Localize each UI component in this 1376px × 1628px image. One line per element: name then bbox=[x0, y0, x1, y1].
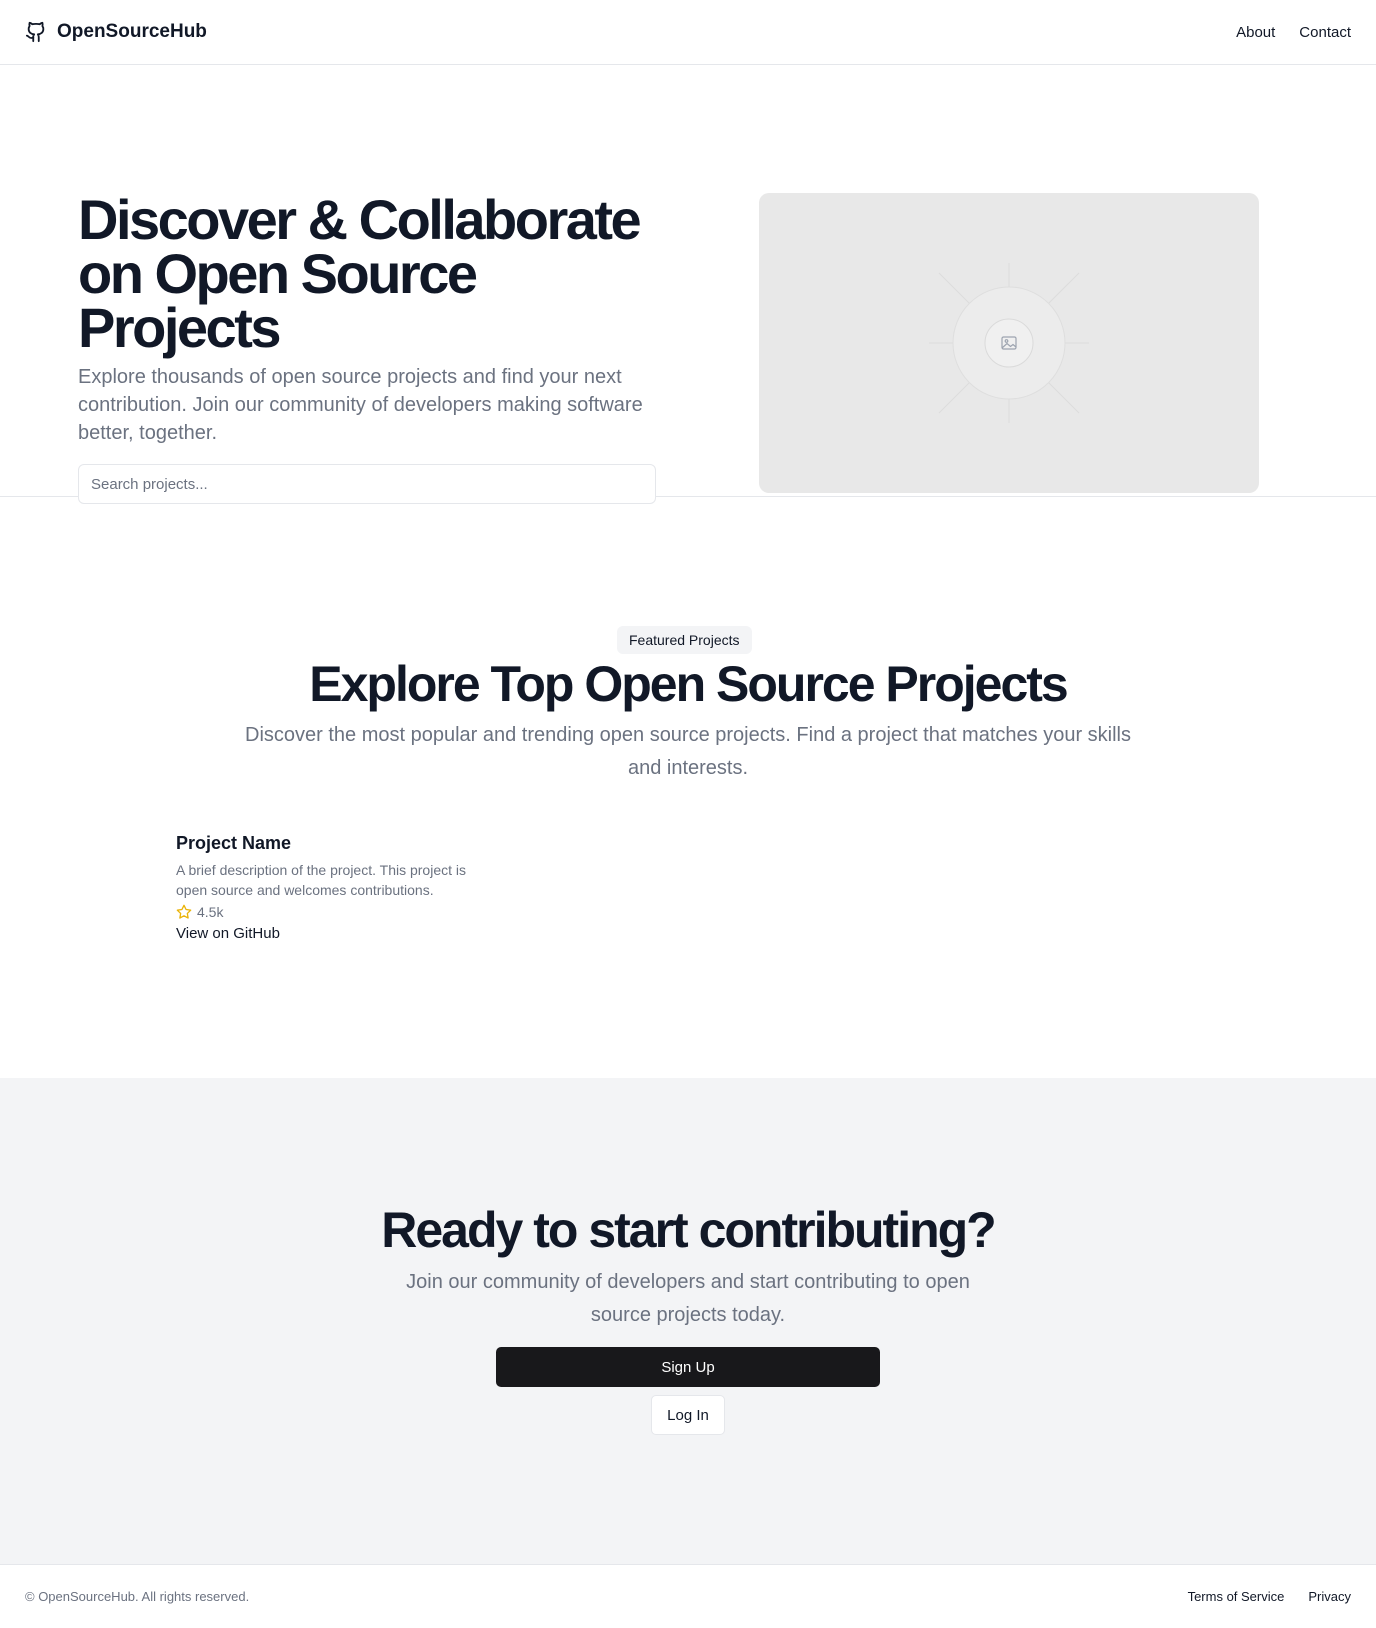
project-card: Project Name A brief description of the … bbox=[176, 831, 486, 942]
footer-links: Terms of Service Privacy bbox=[1188, 1589, 1351, 1604]
hero-section: Discover & Collaborate on Open Source Pr… bbox=[0, 65, 1376, 504]
featured-title: Explore Top Open Source Projects bbox=[309, 656, 1068, 712]
project-description: A brief description of the project. This… bbox=[176, 862, 466, 898]
privacy-link[interactable]: Privacy bbox=[1308, 1589, 1351, 1604]
github-icon bbox=[25, 20, 47, 44]
featured-subtitle: Discover the most popular and trending o… bbox=[245, 724, 1131, 779]
brand-logo-link[interactable]: OpenSourceHub bbox=[25, 20, 207, 44]
hero-subtitle: Explore thousands of open source project… bbox=[78, 366, 643, 444]
site-footer: © OpenSourceHub. All rights reserved. Te… bbox=[0, 1565, 1376, 1627]
hero-content: Discover & Collaborate on Open Source Pr… bbox=[78, 188, 658, 504]
project-stars: 4.5k bbox=[176, 904, 486, 920]
nav-link-contact[interactable]: Contact bbox=[1299, 24, 1351, 41]
log-in-button[interactable]: Log In bbox=[651, 1395, 725, 1435]
hero-image-placeholder bbox=[759, 193, 1259, 493]
star-count: 4.5k bbox=[197, 904, 224, 920]
site-header: OpenSourceHub About Contact bbox=[0, 0, 1376, 65]
nav-link-about[interactable]: About bbox=[1236, 24, 1275, 41]
featured-projects-section: Featured Projects Explore Top Open Sourc… bbox=[0, 497, 1376, 1078]
star-icon bbox=[176, 904, 192, 920]
sign-up-button[interactable]: Sign Up bbox=[496, 1347, 880, 1387]
image-placeholder-icon bbox=[929, 263, 1089, 423]
main-nav: About Contact bbox=[1236, 24, 1351, 41]
cta-section: Ready to start contributing? Join our co… bbox=[0, 1078, 1376, 1565]
terms-of-service-link[interactable]: Terms of Service bbox=[1188, 1589, 1285, 1604]
hero-title: Discover & Collaborate on Open Source Pr… bbox=[78, 188, 642, 359]
brand-name: OpenSourceHub bbox=[57, 21, 207, 42]
view-on-github-link[interactable]: View on GitHub bbox=[176, 925, 486, 942]
footer-copyright: © OpenSourceHub. All rights reserved. bbox=[25, 1588, 250, 1604]
cta-title: Ready to start contributing? bbox=[381, 1202, 996, 1258]
project-name: Project Name bbox=[176, 833, 292, 853]
featured-badge: Featured Projects bbox=[617, 626, 752, 654]
cta-subtitle: Join our community of developers and sta… bbox=[406, 1271, 970, 1326]
